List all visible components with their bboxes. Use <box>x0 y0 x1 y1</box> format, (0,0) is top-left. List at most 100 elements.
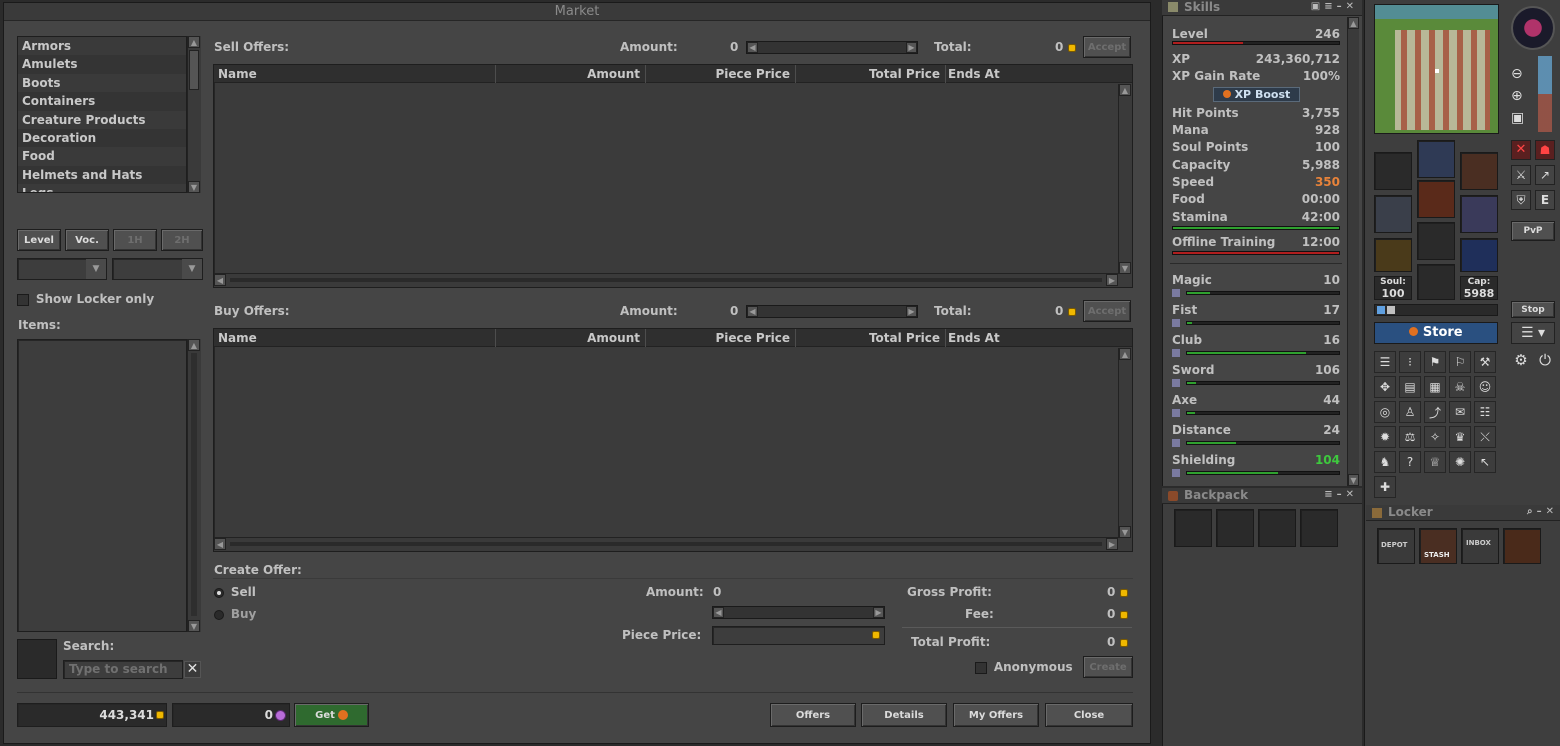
slider-right-arrow-icon[interactable]: ▶ <box>906 306 917 317</box>
category-list[interactable]: Armors Amulets Boots Containers Creature… <box>17 36 187 193</box>
buy-amount-slider[interactable]: ◀ ▶ <box>746 305 918 318</box>
filter-two-hand-button[interactable]: 2H <box>161 229 203 251</box>
combat-stand-icon[interactable]: ⚔ <box>1511 165 1531 185</box>
backpack-slot[interactable] <box>1174 509 1212 547</box>
logout-icon[interactable]: ⏻ <box>1535 351 1555 371</box>
market-title-bar[interactable]: Market <box>4 3 1150 21</box>
slider-right-arrow-icon[interactable]: ▶ <box>873 607 884 618</box>
hscroll-track[interactable] <box>230 542 1102 546</box>
armor-slot[interactable] <box>1417 180 1455 218</box>
backpack-equip-slot[interactable] <box>1460 152 1498 190</box>
store-button[interactable]: Store <box>1374 322 1498 344</box>
tasks-icon[interactable]: ⤬ <box>1474 426 1496 448</box>
close-button[interactable]: Close <box>1045 703 1133 727</box>
hotkeys-icon[interactable]: ↖ <box>1474 451 1496 473</box>
add-icon[interactable]: ✚ <box>1374 476 1396 498</box>
scroll-up-arrow-icon[interactable]: ▲ <box>188 339 200 351</box>
inventory-icon[interactable]: ▦ <box>1424 376 1446 398</box>
column-ends-at[interactable]: Ends At <box>948 331 1000 345</box>
mail-icon[interactable]: ✉ <box>1449 401 1471 423</box>
level-dropdown[interactable]: ▼ <box>17 258 107 280</box>
minimap[interactable] <box>1374 4 1499 134</box>
backpack-header[interactable]: Backpack ≡–✕ <box>1162 488 1362 504</box>
category-item-helmets-and-hats[interactable]: Helmets and Hats <box>18 165 186 185</box>
zoom-in-icon[interactable]: ⊕ <box>1511 88 1531 108</box>
menu-hamburger-icon[interactable]: ☰ ▾ <box>1511 322 1555 344</box>
floor-indicator[interactable] <box>1538 56 1552 132</box>
scroll-up-arrow-icon[interactable]: ▲ <box>1119 348 1131 360</box>
column-piece-price[interactable]: Piece Price <box>715 67 790 81</box>
locker-item-slot[interactable] <box>1503 528 1541 564</box>
wheel-icon[interactable]: ✺ <box>1449 451 1471 473</box>
offers-button[interactable]: Offers <box>770 703 856 727</box>
slider-left-arrow-icon[interactable]: ◀ <box>747 42 758 53</box>
column-name[interactable]: Name <box>218 67 257 81</box>
friends-icon[interactable]: ☺ <box>1474 376 1496 398</box>
ammo-slot[interactable] <box>1460 238 1498 272</box>
boots-slot[interactable] <box>1417 264 1455 300</box>
scroll-down-arrow-icon[interactable]: ▼ <box>188 181 200 193</box>
category-item-boots[interactable]: Boots <box>18 73 186 93</box>
highscores-icon[interactable]: ♕ <box>1424 451 1446 473</box>
xp-boost-button[interactable]: XP Boost <box>1213 87 1300 102</box>
options-gear-icon[interactable]: ⚙ <box>1511 351 1531 371</box>
vip-icon[interactable]: ⚑ <box>1424 351 1446 373</box>
cyclopedia-icon[interactable]: ✥ <box>1374 376 1396 398</box>
slider-left-arrow-icon[interactable]: ◀ <box>747 306 758 317</box>
piece-price-input[interactable] <box>712 626 885 645</box>
radio-button[interactable] <box>214 609 224 620</box>
get-coins-button[interactable]: Get <box>294 703 369 727</box>
skills-header[interactable]: Skills ▣≡–✕ <box>1162 0 1362 16</box>
category-item-containers[interactable]: Containers <box>18 92 186 111</box>
checkbox-box[interactable] <box>17 293 29 306</box>
slider-left-arrow-icon[interactable]: ◀ <box>713 607 724 618</box>
combat-chase-icon[interactable]: ↗ <box>1535 165 1555 185</box>
create-amount-slider[interactable]: ◀ ▶ <box>712 606 885 619</box>
scroll-up-arrow-icon[interactable]: ▲ <box>188 36 200 48</box>
scroll-right-arrow-icon[interactable]: ▶ <box>1106 538 1118 550</box>
checkbox-box[interactable] <box>975 661 987 674</box>
column-ends-at[interactable]: Ends At <box>948 67 1000 81</box>
prey-icon[interactable]: ⚒ <box>1474 351 1496 373</box>
column-total-price[interactable]: Total Price <box>869 67 940 81</box>
category-item-creature-products[interactable]: Creature Products <box>18 110 186 129</box>
category-scrollbar[interactable]: ▲ ▼ <box>187 36 201 193</box>
search-input[interactable]: Type to search <box>63 660 183 679</box>
locker-header[interactable]: Locker ⌕–✕ <box>1366 505 1560 521</box>
my-offers-button[interactable]: My Offers <box>953 703 1039 727</box>
expert-mode-button[interactable]: E <box>1535 190 1555 210</box>
scroll-up-arrow-icon[interactable]: ▲ <box>1348 17 1359 29</box>
combat-follow-icon[interactable]: ☗ <box>1535 140 1555 160</box>
filter-vocation-button[interactable]: Voc. <box>65 229 109 251</box>
show-locker-only-checkbox[interactable]: Show Locker only <box>17 292 154 306</box>
scroll-track[interactable] <box>191 353 197 616</box>
party-icon[interactable]: ⁝ <box>1399 351 1421 373</box>
skills-scrollbar[interactable]: ▲ ▼ <box>1347 17 1359 486</box>
locker-inbox-slot[interactable]: INBOX <box>1461 528 1499 564</box>
category-item-food[interactable]: Food <box>18 147 186 166</box>
sell-table-vscroll[interactable]: ▲ ▼ <box>1118 84 1132 274</box>
sell-table-hscroll[interactable]: ◀ ▶ <box>214 273 1118 287</box>
combat-defensive-icon[interactable]: ⛨ <box>1511 190 1531 210</box>
slider-right-arrow-icon[interactable]: ▶ <box>906 42 917 53</box>
buy-accept-button[interactable]: Accept <box>1083 300 1131 322</box>
quest-log-icon[interactable]: ☷ <box>1474 401 1496 423</box>
help-icon[interactable]: ? <box>1399 451 1421 473</box>
column-amount[interactable]: Amount <box>587 331 640 345</box>
items-list[interactable] <box>17 339 187 632</box>
scroll-down-arrow-icon[interactable]: ▼ <box>1348 474 1359 486</box>
clear-search-icon[interactable]: ✕ <box>184 661 201 678</box>
market-icon[interactable]: ⚖ <box>1399 426 1421 448</box>
backpack-slot[interactable] <box>1216 509 1254 547</box>
buy-radio[interactable]: Buy <box>214 607 256 621</box>
outfit-icon[interactable]: ♞ <box>1374 451 1396 473</box>
guild-icon[interactable]: ⚐ <box>1449 351 1471 373</box>
scroll-down-arrow-icon[interactable]: ▼ <box>1119 526 1131 538</box>
hscroll-track[interactable] <box>230 278 1102 282</box>
scroll-thumb[interactable] <box>189 50 199 90</box>
category-item-amulets[interactable]: Amulets <box>18 55 186 74</box>
category-item-legs[interactable]: Legs <box>18 184 186 192</box>
bosstiary-icon[interactable]: ✹ <box>1374 426 1396 448</box>
filter-level-button[interactable]: Level <box>17 229 61 251</box>
category-item-decoration[interactable]: Decoration <box>18 128 186 148</box>
